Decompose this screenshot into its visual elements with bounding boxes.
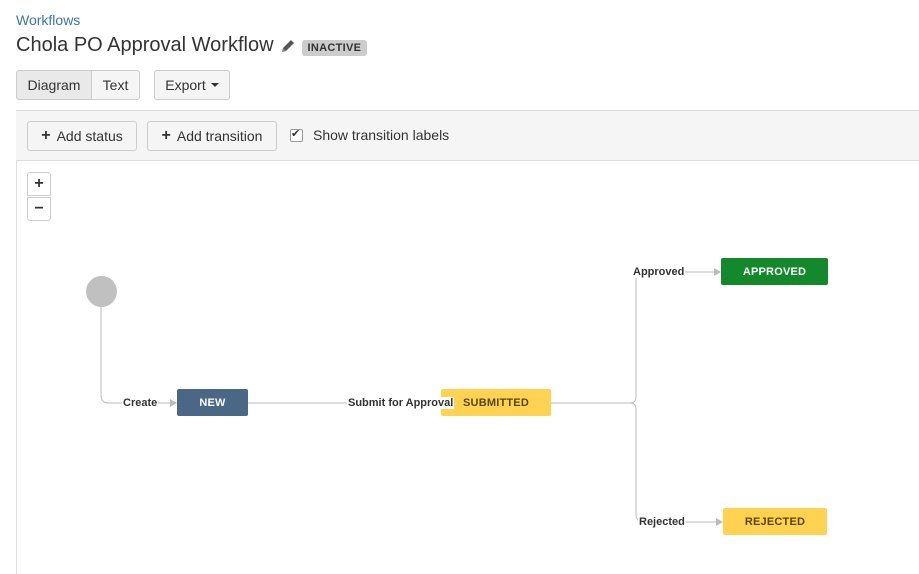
transition-label-approved[interactable]: Approved bbox=[632, 266, 686, 278]
transition-lines bbox=[100, 268, 723, 526]
transition-label-rejected[interactable]: Rejected bbox=[638, 516, 686, 528]
status-approved[interactable]: APPROVED bbox=[721, 258, 828, 285]
transition-label-create[interactable]: Create bbox=[122, 397, 159, 409]
status-new[interactable]: NEW bbox=[177, 389, 248, 416]
transition-label-submit[interactable]: Submit for Approval bbox=[347, 397, 455, 409]
status-submitted[interactable]: SUBMITTED bbox=[441, 389, 551, 416]
start-node[interactable] bbox=[86, 276, 117, 307]
status-rejected[interactable]: REJECTED bbox=[723, 508, 827, 535]
